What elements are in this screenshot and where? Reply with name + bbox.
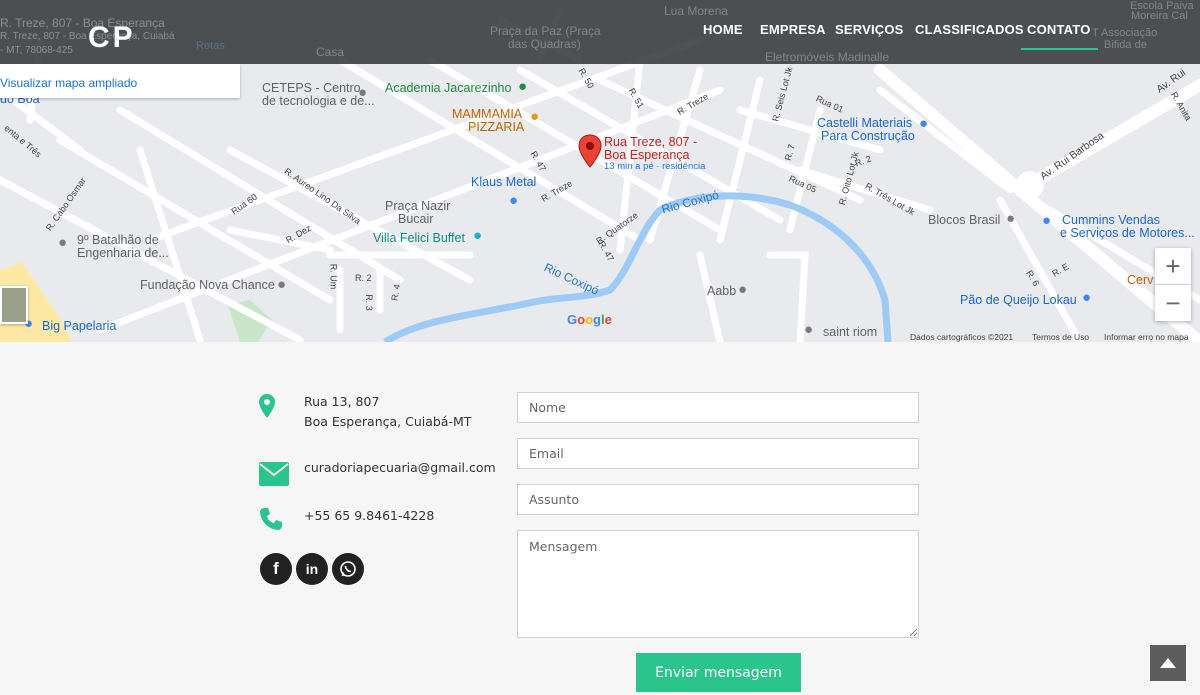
map-marker-icon: ● (358, 84, 368, 101)
name-input[interactable] (517, 392, 919, 423)
email-icon (259, 462, 289, 486)
facebook-button[interactable]: f (260, 553, 292, 585)
poi-academia[interactable]: Academia Jacarezinho (385, 82, 511, 95)
header-ghost-poi: Eletromóveis Madinalle (765, 50, 890, 64)
view-larger-map-link[interactable]: Visualizar mapa ampliado (0, 76, 137, 90)
header-ghost-poi: Moreira Cal (1131, 10, 1188, 22)
header-ghost-poi: das Quadras) (508, 37, 581, 51)
map-marker-icon: ● (804, 321, 814, 338)
linkedin-button[interactable]: in (296, 553, 328, 585)
header-ghost-poi: Bifida de (1104, 39, 1147, 51)
poi-villa[interactable]: Villa Felici Buffet (373, 232, 465, 245)
poi-castelli-2: Para Construção (821, 129, 915, 143)
street-label: R. 2 (355, 273, 372, 283)
poi-batalhao-2: Engenharia de... (77, 246, 169, 260)
restaurant-icon: ● (530, 108, 540, 125)
email-input[interactable] (517, 438, 919, 469)
phone-number[interactable]: +55 65 9.8461-4228 (304, 506, 434, 526)
photo-thumbnail[interactable] (0, 286, 28, 324)
location-pin-icon[interactable] (578, 134, 602, 168)
shop-icon: ● (919, 115, 929, 132)
terms-link[interactable]: Termos de Uso (1032, 332, 1089, 342)
zoom-out-button[interactable]: − (1155, 285, 1191, 321)
facebook-icon: f (273, 559, 279, 578)
address: Rua 13, 807 Boa Esperança, Cuiabá-MT (304, 392, 471, 432)
header-ghost-poi: T Associação (1092, 27, 1158, 39)
send-message-button[interactable]: Enviar mensagem (636, 653, 801, 692)
poi-klaus[interactable]: Klaus Metal (471, 176, 536, 189)
location-icon (259, 394, 275, 418)
phone-icon (260, 508, 282, 530)
nav-servicos[interactable]: SERVIÇOS (835, 22, 904, 37)
shop-icon: ● (1042, 212, 1052, 229)
poi-pao[interactable]: Pão de Queijo Lokau (960, 294, 1077, 307)
message-textarea[interactable] (517, 530, 919, 638)
poi-mammamia-2: PIZZARIA (468, 120, 525, 134)
scroll-to-top-button[interactable] (1150, 645, 1186, 681)
pin-subtitle: 13 min a pé · residência (604, 161, 706, 172)
map-info-card: Visualizar mapa ampliado (0, 64, 240, 98)
poi-aabb[interactable]: Aabb (707, 285, 736, 298)
header-ghost-poi: Casa (316, 45, 345, 59)
site-header: R. Treze, 807 - Boa Esperança R. Treze, … (0, 0, 1200, 64)
report-error-link[interactable]: Informar erro no mapa (1104, 332, 1189, 342)
address-line-1: Rua 13, 807 (304, 394, 380, 409)
nav-home[interactable]: HOME (703, 22, 743, 37)
whatsapp-icon (340, 561, 356, 577)
poi-fundacao[interactable]: Fundação Nova Chance (140, 279, 275, 292)
map-marker-icon: ● (58, 234, 68, 251)
nav-classificados[interactable]: CLASSIFICADOS (915, 22, 1024, 37)
poi-cerv[interactable]: Cerv (1127, 274, 1153, 287)
address-line-2: Boa Esperança, Cuiabá-MT (304, 414, 472, 429)
linkedin-icon: in (305, 561, 319, 577)
google-logo: Google (567, 312, 612, 327)
street-label: R. Um (328, 263, 339, 290)
map-marker-icon: ● (1006, 210, 1016, 227)
nav-contato[interactable]: CONTATO (1021, 22, 1098, 50)
whatsapp-button[interactable] (332, 553, 364, 585)
zoom-in-button[interactable]: + (1155, 248, 1191, 285)
street-label: R. 3 (363, 294, 374, 311)
map-marker-icon: ● (518, 78, 528, 95)
map-data-attribution: Dados cartográficos ©2021 (910, 332, 1014, 342)
nav-empresa[interactable]: EMPRESA (760, 22, 826, 37)
subject-input[interactable] (517, 484, 919, 515)
email-address[interactable]: curadoriapecuaria@gmail.com (304, 458, 496, 478)
gift-icon: ● (473, 227, 483, 244)
header-ghost-poi: Lua Morena (664, 4, 729, 18)
shop-icon: ● (1082, 289, 1092, 306)
shop-icon: ● (509, 192, 519, 209)
poi-saint[interactable]: saint riom (823, 326, 877, 339)
arrow-up-icon (1160, 658, 1176, 668)
map-marker-icon: ● (738, 281, 748, 298)
poi-cummins-2: e Serviços de Motores... (1060, 226, 1195, 240)
poi-praca-2: Bucair (398, 212, 434, 226)
poi-big-papelaria[interactable]: Big Papelaria (42, 320, 116, 333)
header-ghost-poi: Rotas (196, 40, 225, 52)
site-logo[interactable]: CP (88, 20, 136, 56)
poi-blocos[interactable]: Blocos Brasil (928, 214, 1000, 227)
header-ghost-poi: Praça da Paz (Praça (490, 24, 601, 38)
map-marker-icon: ● (277, 276, 287, 293)
